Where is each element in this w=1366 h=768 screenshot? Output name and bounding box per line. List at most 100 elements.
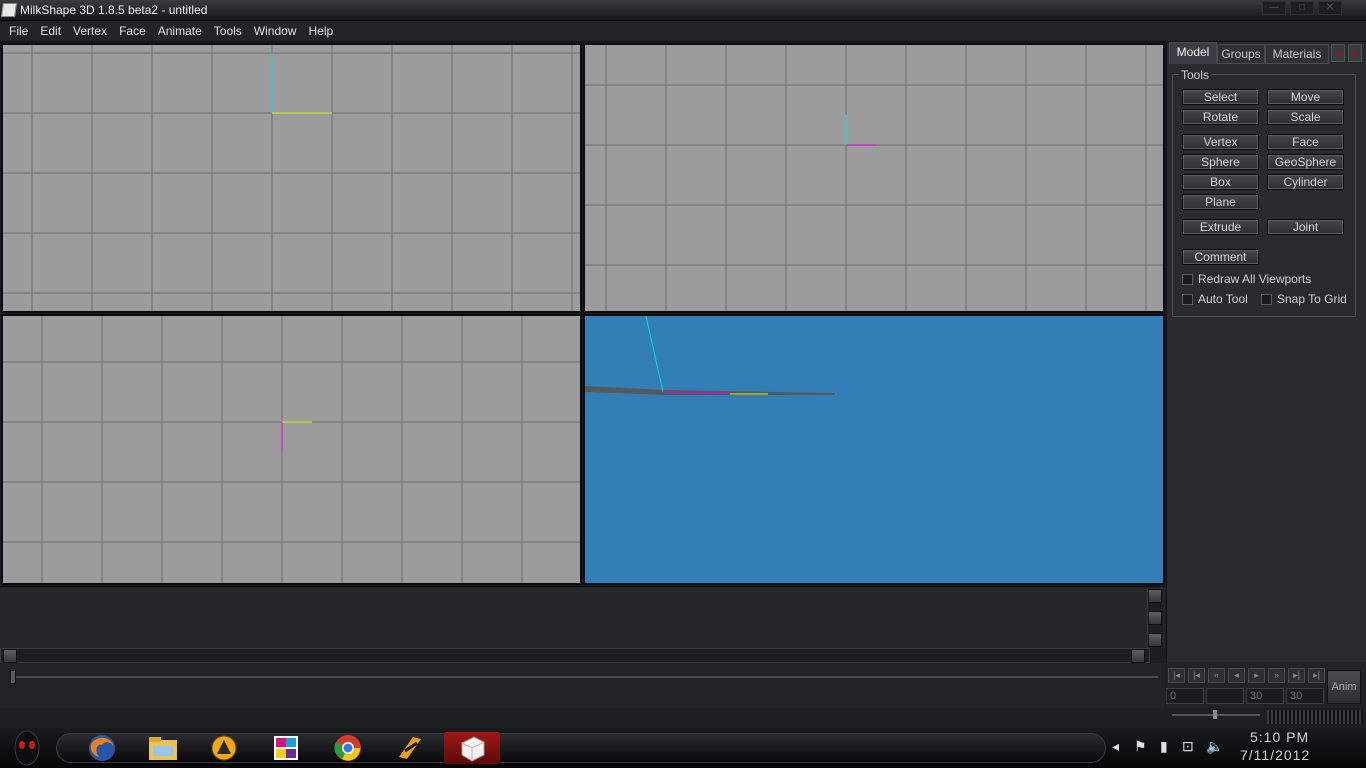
tab-materials[interactable]: Materials: [1265, 44, 1329, 64]
menu-file[interactable]: File: [4, 21, 33, 42]
chrome-taskbar-button[interactable]: [320, 732, 376, 764]
grid-lines: [585, 45, 1163, 311]
milkshape-icon: [461, 736, 485, 762]
last-frame-icon[interactable]: ▸|: [1308, 668, 1325, 683]
snap-to-grid-option[interactable]: Snap To Grid: [1261, 292, 1347, 306]
select-button[interactable]: Select: [1182, 89, 1259, 105]
comment-button[interactable]: Comment: [1182, 249, 1259, 265]
paint-taskbar-button[interactable]: [258, 732, 314, 764]
file-explorer-icon: [149, 737, 177, 760]
firefox-taskbar-button[interactable]: [74, 732, 130, 764]
tab-scroll-left-icon[interactable]: ◂: [1331, 44, 1345, 62]
snap-grid-label: Snap To Grid: [1277, 292, 1347, 306]
prev-key-icon[interactable]: |◂: [1188, 668, 1205, 683]
resize-grip[interactable]: [1267, 710, 1363, 724]
total-frames-field[interactable]: 30: [1246, 688, 1284, 704]
message-scrollbar[interactable]: [1147, 589, 1163, 649]
viewport-top[interactable]: [1, 314, 582, 585]
menu-edit[interactable]: Edit: [35, 21, 66, 42]
winamp-taskbar-button[interactable]: [382, 732, 438, 764]
menu-tools[interactable]: Tools: [209, 21, 247, 42]
redraw-all-viewports-option[interactable]: Redraw All Viewports: [1182, 272, 1311, 286]
rotate-button[interactable]: Rotate: [1182, 109, 1259, 125]
tab-scroll-right-icon[interactable]: ▸: [1348, 44, 1362, 62]
anim-button[interactable]: Anim: [1327, 670, 1361, 704]
grid-lines: [3, 316, 580, 583]
battery-icon[interactable]: ▮: [1160, 738, 1168, 755]
joint-button[interactable]: Joint: [1267, 219, 1344, 235]
tools-label: Tools: [1179, 68, 1212, 82]
chrome-icon: [334, 735, 361, 761]
minimize-button[interactable]: —: [1262, 1, 1286, 15]
timeline: [0, 663, 1165, 708]
timeline-slider[interactable]: [10, 670, 16, 684]
explorer-taskbar-button[interactable]: [135, 732, 191, 764]
rewind-icon[interactable]: «: [1208, 668, 1225, 683]
aimp-taskbar-button[interactable]: [196, 732, 252, 764]
window-title: MilkShape 3D 1.8.5 beta2 - untitled: [20, 3, 208, 17]
menu-help[interactable]: Help: [303, 21, 338, 42]
menu-animate[interactable]: Animate: [153, 21, 207, 42]
clock-time[interactable]: 5:10 PM: [1250, 729, 1309, 745]
menu-window[interactable]: Window: [249, 21, 302, 42]
move-button[interactable]: Move: [1267, 89, 1344, 105]
end-frame-field[interactable]: 30: [1286, 688, 1324, 704]
scroll-thumb[interactable]: [1148, 611, 1162, 625]
next-key-icon[interactable]: ▸|: [1288, 668, 1305, 683]
viewport-3d[interactable]: [583, 314, 1165, 585]
timeline-track[interactable]: [10, 676, 1158, 678]
perspective-view: [585, 316, 835, 395]
scale-button[interactable]: Scale: [1267, 109, 1344, 125]
milkshape-taskbar-button[interactable]: [444, 732, 500, 764]
scroll-right-button[interactable]: [1131, 649, 1145, 663]
firefox-icon: [89, 735, 115, 761]
close-button[interactable]: ✕: [1318, 1, 1342, 15]
prev-frame-icon[interactable]: ◂: [1228, 668, 1245, 683]
sphere-button[interactable]: Sphere: [1182, 154, 1259, 170]
tool-panel: Model Groups Materials ◂ ▸ Tools Select …: [1166, 42, 1366, 662]
paint-icon: [274, 736, 298, 760]
viewport-front[interactable]: [1, 43, 582, 313]
start-orb-icon[interactable]: [10, 728, 44, 768]
extrude-button[interactable]: Extrude: [1182, 219, 1259, 235]
top-grid: [3, 316, 580, 583]
menu-face[interactable]: Face: [114, 21, 151, 42]
scroll-down-button[interactable]: [1148, 633, 1162, 647]
first-frame-icon[interactable]: |◂: [1168, 668, 1185, 683]
geosphere-button[interactable]: GeoSphere: [1267, 154, 1344, 170]
tray-expand-icon[interactable]: ◂: [1112, 738, 1119, 755]
vertex-button[interactable]: Vertex: [1182, 134, 1259, 150]
animation-controls: |◂ |◂ « ◂ ▸ » ▸| ▸| 0 30 30 Anim: [1166, 662, 1366, 708]
viewport-side[interactable]: [583, 43, 1165, 313]
plane-button[interactable]: Plane: [1182, 194, 1259, 210]
winamp-icon: [399, 737, 421, 759]
clock-date[interactable]: 7/11/2012: [1240, 747, 1310, 763]
horizontal-scrollbar[interactable]: [0, 648, 1150, 663]
auto-tool-checkbox[interactable]: [1182, 293, 1193, 305]
scroll-up-button[interactable]: [1148, 589, 1162, 603]
panel-tabs: Model Groups Materials ◂ ▸: [1167, 42, 1366, 64]
menu-vertex[interactable]: Vertex: [68, 21, 112, 42]
tab-model[interactable]: Model: [1169, 42, 1217, 64]
cylinder-button[interactable]: Cylinder: [1267, 174, 1344, 190]
next-frame-icon[interactable]: ▸: [1248, 668, 1265, 683]
title-bar: MilkShape 3D 1.8.5 beta2 - untitled — □ …: [0, 0, 1366, 21]
side-grid: [585, 45, 1163, 311]
grid-lines: [3, 45, 580, 311]
maximize-button[interactable]: □: [1290, 1, 1314, 15]
fast-forward-icon[interactable]: »: [1268, 668, 1285, 683]
scroll-left-button[interactable]: [3, 649, 17, 663]
network-icon[interactable]: ⊡: [1182, 738, 1194, 755]
frame-field-2[interactable]: [1206, 688, 1244, 704]
aimp-icon: [211, 735, 237, 761]
speed-slider-thumb[interactable]: [1213, 710, 1217, 719]
tab-groups[interactable]: Groups: [1217, 44, 1265, 64]
face-button[interactable]: Face: [1267, 134, 1344, 150]
volume-icon[interactable]: 🔈: [1206, 738, 1223, 755]
action-center-flag-icon[interactable]: ⚑: [1134, 738, 1147, 755]
current-frame-field[interactable]: 0: [1166, 688, 1204, 704]
snap-grid-checkbox[interactable]: [1261, 293, 1272, 305]
auto-tool-option[interactable]: Auto Tool: [1182, 292, 1248, 306]
box-button[interactable]: Box: [1182, 174, 1259, 190]
redraw-checkbox[interactable]: [1182, 273, 1193, 285]
